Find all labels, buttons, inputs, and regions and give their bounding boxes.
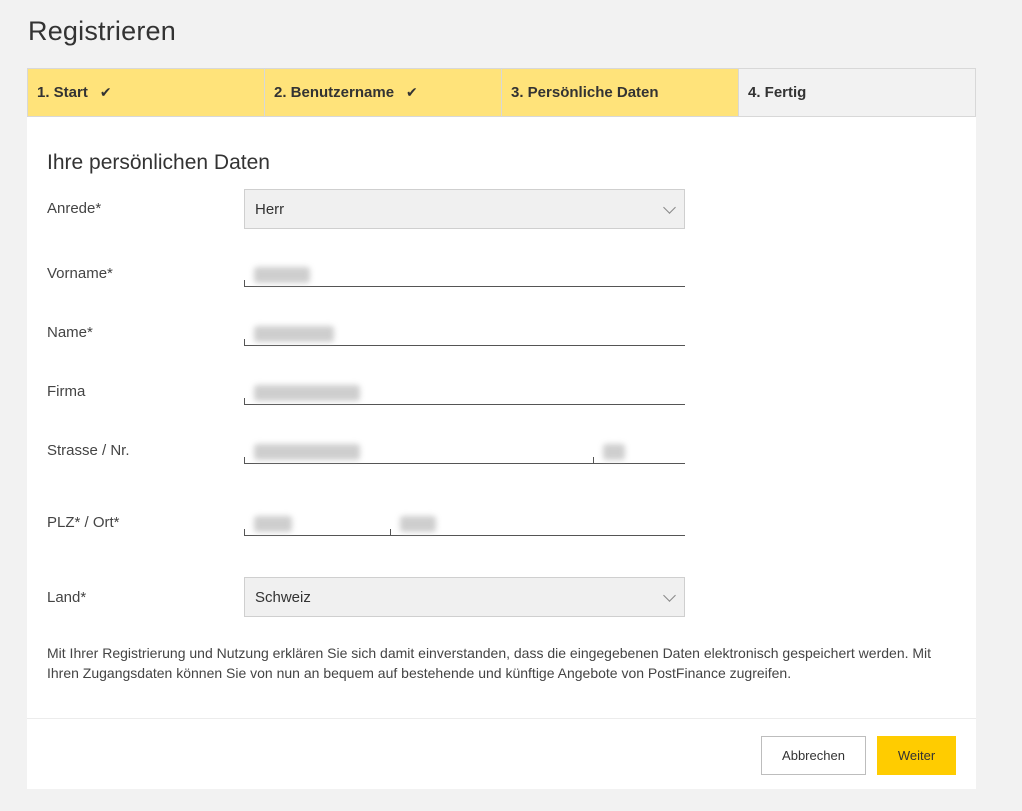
- chevron-down-icon: [663, 589, 676, 602]
- redacted-value: [400, 516, 436, 532]
- step-label: 1. Start: [37, 84, 88, 101]
- redacted-value: [254, 516, 292, 532]
- step-persoenliche-daten: 3. Persönliche Daten: [502, 69, 739, 116]
- ort-input[interactable]: [390, 514, 685, 536]
- form-panel: Ihre persönlichen Daten Anrede* Herr Vor…: [27, 117, 976, 789]
- vorname-input[interactable]: [244, 265, 685, 287]
- redacted-value: [254, 444, 360, 460]
- divider: [27, 718, 976, 719]
- hausnummer-input[interactable]: [593, 442, 685, 464]
- step-label: 4. Fertig: [748, 84, 807, 101]
- section-title: Ihre persönlichen Daten: [47, 151, 270, 174]
- vorname-label: Vorname*: [47, 265, 113, 282]
- anrede-value: Herr: [255, 200, 285, 218]
- redacted-value: [254, 326, 334, 342]
- plz-input[interactable]: [244, 514, 390, 536]
- next-button[interactable]: Weiter: [877, 736, 956, 775]
- redacted-value: [254, 385, 360, 401]
- redacted-value: [254, 267, 310, 283]
- land-value: Schweiz: [255, 588, 311, 606]
- strasse-label: Strasse / Nr.: [47, 442, 130, 459]
- checkmark-icon: ✔: [406, 84, 418, 100]
- land-select[interactable]: Schweiz: [244, 577, 685, 617]
- firma-input[interactable]: [244, 383, 685, 405]
- step-label: 2. Benutzername: [274, 84, 395, 101]
- page-title: Registrieren: [28, 16, 176, 46]
- anrede-select[interactable]: Herr: [244, 189, 685, 229]
- firma-label: Firma: [47, 383, 86, 400]
- step-start: 1. Start ✔: [28, 69, 265, 116]
- cancel-button[interactable]: Abbrechen: [761, 736, 866, 775]
- step-benutzername: 2. Benutzername ✔: [265, 69, 502, 116]
- consent-info-text: Mit Ihrer Registrierung und Nutzung erkl…: [47, 645, 932, 681]
- name-label: Name*: [47, 324, 93, 341]
- chevron-down-icon: [663, 201, 676, 214]
- step-label: 3. Persönliche Daten: [511, 84, 659, 101]
- plz-ort-label: PLZ* / Ort*: [47, 514, 120, 531]
- redacted-value: [603, 444, 625, 460]
- step-fertig: 4. Fertig: [739, 69, 975, 116]
- anrede-label: Anrede*: [47, 200, 102, 217]
- land-label: Land*: [47, 589, 87, 606]
- name-input[interactable]: [244, 324, 685, 346]
- registration-stepper: 1. Start ✔ 2. Benutzername ✔ 3. Persönli…: [27, 68, 976, 117]
- strasse-input[interactable]: [244, 442, 593, 464]
- checkmark-icon: ✔: [99, 84, 112, 100]
